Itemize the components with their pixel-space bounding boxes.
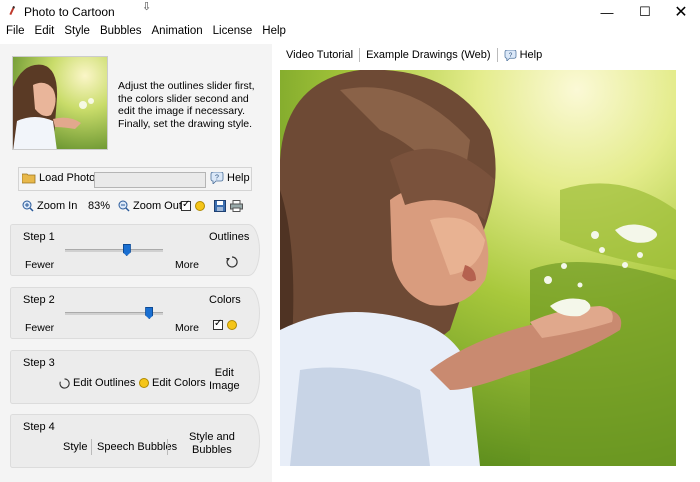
load-photo-label: Load Photo [39,172,96,184]
edit-image-label-line1: Edit [214,367,234,379]
menu-file[interactable]: File [6,24,31,42]
step1-panel: Step 1 Outlines Fewer More [10,224,260,276]
style-and-bubbles-line2: Bubbles [192,444,232,456]
step1-more-label: More [175,259,199,271]
divider [91,439,92,455]
style-and-bubbles-line1: Style and [189,431,235,443]
step1-fewer-label: Fewer [25,259,55,271]
step1-title: Step 1 [23,231,55,243]
step3-title: Step 3 [23,357,55,369]
edit-colors-button[interactable]: Edit Colors [139,377,206,389]
help-label: Help [227,172,250,184]
photo-thumbnail [12,56,108,150]
help-bubble-icon: ? [504,49,516,61]
menu-animation[interactable]: Animation [152,24,209,42]
reset-icon[interactable] [226,256,238,268]
menu-bar: File Edit Style Bubbles Animation Licens… [0,24,700,42]
edit-image-label-line2: Image [209,380,240,392]
step2-fewer-label: Fewer [25,322,55,334]
zoom-out-label: Zoom Out [133,200,182,212]
step3-panel: Step 3 Edit Outlines Edit Colors Edit Im… [10,350,260,404]
divider [167,439,168,455]
top-help-button[interactable]: ? Help [498,49,549,61]
smiley-icon[interactable] [195,201,205,211]
outlines-slider-track[interactable] [65,249,163,252]
zoom-in-icon [22,200,34,212]
zoom-out-button[interactable]: Zoom Out [118,200,182,212]
svg-text:?: ? [508,51,512,58]
edit-outlines-label: Edit Outlines [73,377,136,389]
title-bar: Photo to Cartoon ⇩ — ☐ ✕ [0,0,700,24]
load-photo-button[interactable]: Load Photo [22,172,95,184]
step2-colors-label: Colors [209,294,241,306]
app-icon [9,6,16,16]
window-title: Photo to Cartoon [24,5,115,19]
file-path-field[interactable] [94,172,206,188]
step2-title: Step 2 [23,294,55,306]
menu-edit[interactable]: Edit [35,24,61,42]
help-button[interactable]: ? Help [210,172,250,184]
top-toolbar: Video Tutorial Example Drawings (Web) ? … [280,46,548,64]
step4-title: Step 4 [23,421,55,433]
step2-panel: Step 2 Colors Fewer More [10,287,260,339]
zoom-level: 83% [88,200,111,212]
step4-panel: Step 4 Style Speech Bubbles Style and Bu… [10,414,260,468]
svg-text:?: ? [215,175,219,182]
close-button[interactable]: ✕ [658,0,700,24]
example-drawings-link[interactable]: Example Drawings (Web) [360,49,497,61]
video-tutorial-link[interactable]: Video Tutorial [280,49,359,61]
edit-colors-label: Edit Colors [152,377,206,389]
step1-outlines-label: Outlines [209,231,250,243]
colors-smiley-icon[interactable] [227,320,237,330]
instructions-text: Adjust the outlines slider first, the co… [118,80,255,130]
style-and-bubbles-button[interactable]: Style and Bubbles [189,431,235,457]
edit-image-button[interactable]: Edit Image [209,367,240,393]
menu-style[interactable]: Style [64,24,96,42]
edit-colors-icon [139,378,149,388]
print-icon[interactable] [230,200,243,212]
menu-bubbles[interactable]: Bubbles [100,24,148,42]
menu-license[interactable]: License [213,24,259,42]
outline-icon [59,377,70,389]
zoom-in-label: Zoom In [37,200,78,212]
folder-icon [22,173,36,184]
colors-checkbox[interactable] [213,318,223,330]
mouse-cursor-icon: ⇩ [142,1,152,13]
zoom-in-button[interactable]: Zoom In [22,200,77,212]
save-icon[interactable] [214,200,226,212]
help-bubble-icon: ? [210,172,224,184]
style-button[interactable]: Style [63,441,87,453]
menu-help[interactable]: Help [262,24,292,42]
zoom-out-icon [118,200,130,212]
outlines-slider-thumb[interactable] [122,244,131,256]
top-help-label: Help [519,49,543,61]
cartoon-preview-image [280,70,676,466]
speech-bubbles-button[interactable]: Speech Bubbles [97,441,177,453]
edit-outlines-button[interactable]: Edit Outlines [59,377,135,389]
colors-slider-thumb[interactable] [145,307,154,319]
step2-more-label: More [175,322,199,334]
outline-toggle-checkbox[interactable] [181,199,191,211]
